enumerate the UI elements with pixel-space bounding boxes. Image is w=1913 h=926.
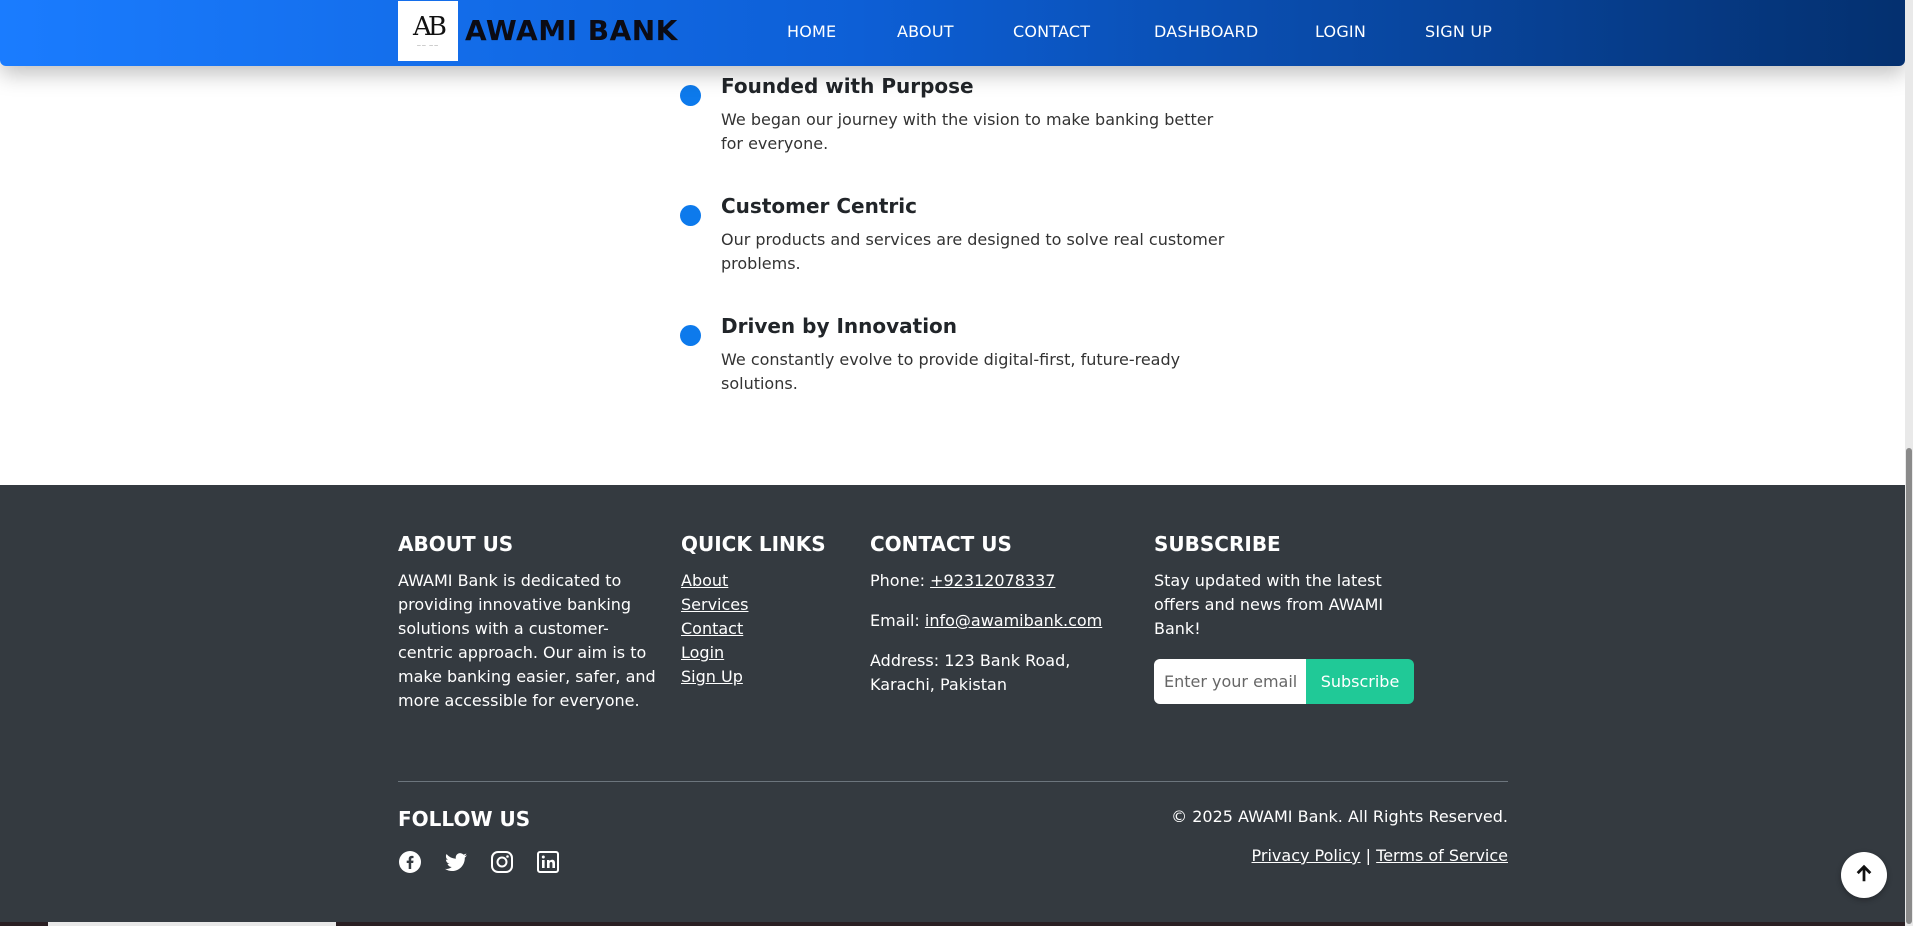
scrollbar-thumb[interactable]: [1906, 448, 1912, 924]
instagram-icon[interactable]: [490, 850, 514, 874]
follow-us-heading: FOLLOW US: [398, 807, 531, 831]
footer-about: ABOUT US AWAMI Bank is dedicated to prov…: [398, 532, 663, 713]
footer: ABOUT US AWAMI Bank is dedicated to prov…: [0, 485, 1905, 926]
timeline-description: We began our journey with the vision to …: [721, 110, 1214, 153]
timeline-title: Driven by Innovation: [721, 314, 958, 338]
footer-about-heading: ABOUT US: [398, 532, 514, 556]
footer-divider: [398, 781, 1508, 782]
copyright-text: © 2025 AWAMI Bank. All Rights Reserved.: [1171, 807, 1508, 826]
phone-label: Phone:: [870, 571, 925, 590]
nav-login[interactable]: LOGIN: [1315, 22, 1366, 41]
footer-link-signup[interactable]: Sign Up: [681, 665, 851, 689]
footer-quick-links: QUICK LINKS About Services Contact Login…: [681, 532, 851, 689]
timeline-description: We constantly evolve to provide digital-…: [721, 350, 1181, 393]
footer-email: Email: info@awamibank.com: [870, 609, 1140, 633]
timeline-title: Customer Centric: [721, 194, 917, 218]
footer-link-services[interactable]: Services: [681, 593, 851, 617]
linkedin-icon[interactable]: [536, 850, 560, 874]
legal-separator: |: [1365, 846, 1372, 865]
terms-of-service-link[interactable]: Terms of Service: [1376, 846, 1508, 865]
page-scrollbar[interactable]: [1905, 0, 1913, 926]
subscribe-form: Subscribe: [1154, 659, 1419, 704]
nav-home[interactable]: HOME: [787, 22, 836, 41]
nav-dashboard[interactable]: DASHBOARD: [1154, 22, 1258, 41]
nav-menu: HOME ABOUT CONTACT DASHBOARD LOGIN SIGN …: [0, 22, 1905, 44]
scroll-to-top-button[interactable]: [1841, 852, 1887, 898]
social-links: [398, 850, 582, 874]
email-link[interactable]: info@awamibank.com: [925, 611, 1102, 630]
facebook-icon[interactable]: [398, 850, 422, 874]
nav-signup[interactable]: SIGN UP: [1425, 22, 1492, 41]
footer-contact-heading: CONTACT US: [870, 532, 1012, 556]
footer-link-contact[interactable]: Contact: [681, 617, 851, 641]
twitter-icon[interactable]: [444, 850, 468, 874]
taskbar-edge-segment: [48, 922, 336, 926]
nav-about[interactable]: ABOUT: [897, 22, 954, 41]
timeline-dot: [680, 205, 701, 226]
footer-subscribe-heading: SUBSCRIBE: [1154, 532, 1281, 556]
footer-phone: Phone: +92312078337: [870, 569, 1140, 593]
footer-subscribe-text: Stay updated with the latest offers and …: [1154, 571, 1384, 638]
timeline-dot: [680, 325, 701, 346]
subscribe-email-input[interactable]: [1154, 659, 1306, 704]
nav-contact[interactable]: CONTACT: [1013, 22, 1090, 41]
legal-links: Privacy Policy | Terms of Service: [1252, 846, 1508, 865]
footer-links-heading: QUICK LINKS: [681, 532, 826, 556]
footer-address: Address: 123 Bank Road, Karachi, Pakista…: [870, 651, 1071, 694]
privacy-policy-link[interactable]: Privacy Policy: [1252, 846, 1361, 865]
email-label: Email:: [870, 611, 920, 630]
phone-link[interactable]: +92312078337: [930, 571, 1055, 590]
timeline-dot: [680, 85, 701, 106]
footer-about-text: AWAMI Bank is dedicated to providing inn…: [398, 571, 656, 710]
subscribe-button[interactable]: Subscribe: [1306, 659, 1414, 704]
arrow-up-icon: [1853, 862, 1875, 888]
timeline-title: Founded with Purpose: [721, 74, 974, 98]
footer-contact: CONTACT US Phone: +92312078337 Email: in…: [870, 532, 1140, 713]
navbar: AB —— —— AWAMI BANK HOME ABOUT CONTACT D…: [0, 0, 1905, 66]
footer-link-about[interactable]: About: [681, 569, 851, 593]
footer-link-login[interactable]: Login: [681, 641, 851, 665]
footer-subscribe: SUBSCRIBE Stay updated with the latest o…: [1154, 532, 1419, 704]
timeline-description: Our products and services are designed t…: [721, 230, 1225, 273]
